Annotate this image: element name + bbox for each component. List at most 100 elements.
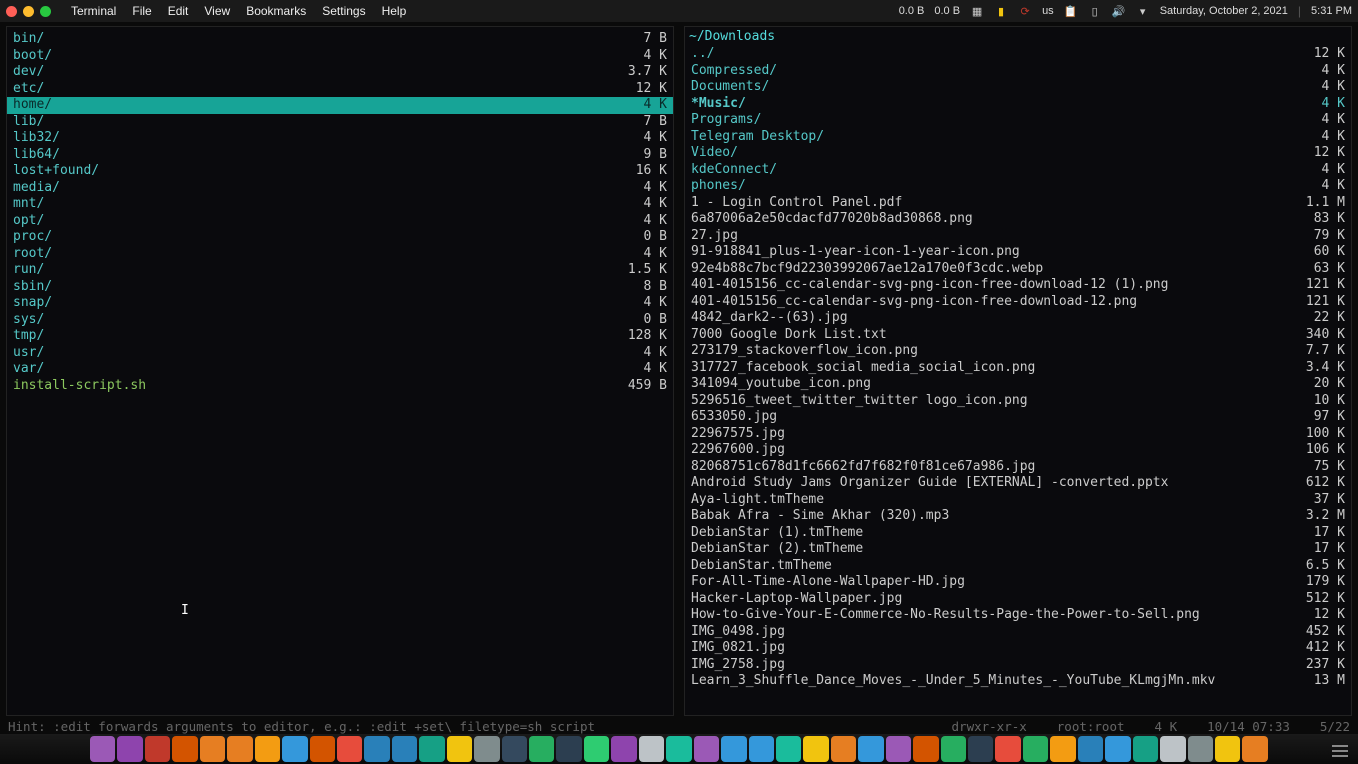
list-item[interactable]: bin/7 B: [7, 31, 673, 48]
right-pane[interactable]: ~/Downloads ../12 KCompressed/4 KDocumen…: [684, 26, 1352, 716]
dock-app-10[interactable]: [364, 736, 389, 762]
list-item[interactable]: 5296516_tweet_twitter_twitter logo_icon.…: [685, 393, 1351, 410]
menu-settings[interactable]: Settings: [314, 4, 373, 18]
clipboard-icon[interactable]: 📋: [1064, 4, 1078, 18]
list-item[interactable]: root/4 K: [7, 246, 673, 263]
menu-bookmarks[interactable]: Bookmarks: [238, 4, 314, 18]
dock-app-15[interactable]: [502, 736, 527, 762]
list-item[interactable]: DebianStar (2).tmTheme17 K: [685, 541, 1351, 558]
list-item[interactable]: 6533050.jpg97 K: [685, 409, 1351, 426]
update-icon[interactable]: ⟳: [1018, 4, 1032, 18]
list-item[interactable]: snap/4 K: [7, 295, 673, 312]
list-item[interactable]: Aya-light.tmTheme37 K: [685, 492, 1351, 509]
list-item[interactable]: run/1.5 K: [7, 262, 673, 279]
keyboard-layout[interactable]: us: [1042, 5, 1054, 17]
volume-icon[interactable]: 🔊: [1112, 4, 1126, 18]
list-item[interactable]: Compressed/4 K: [685, 63, 1351, 80]
list-item[interactable]: 1 - Login Control Panel.pdf1.1 M: [685, 195, 1351, 212]
list-item[interactable]: boot/4 K: [7, 48, 673, 65]
dock-app-14[interactable]: [474, 736, 499, 762]
list-item[interactable]: 401-4015156_cc-calendar-svg-png-icon-fre…: [685, 294, 1351, 311]
close-icon[interactable]: [6, 6, 17, 17]
dock-app-22[interactable]: [694, 736, 719, 762]
dock-app-42[interactable]: [1242, 736, 1267, 762]
dock-app-3[interactable]: [172, 736, 197, 762]
dock-app-19[interactable]: [611, 736, 636, 762]
list-item[interactable]: 27.jpg79 K: [685, 228, 1351, 245]
list-item[interactable]: Video/12 K: [685, 145, 1351, 162]
list-item[interactable]: dev/3.7 K: [7, 64, 673, 81]
list-item[interactable]: proc/0 B: [7, 229, 673, 246]
dock-app-16[interactable]: [529, 736, 554, 762]
dock-app-32[interactable]: [968, 736, 993, 762]
dock-app-26[interactable]: [803, 736, 828, 762]
list-item[interactable]: DebianStar (1).tmTheme17 K: [685, 525, 1351, 542]
list-item[interactable]: home/4 K: [7, 97, 673, 114]
dock-app-21[interactable]: [666, 736, 691, 762]
workspace-icon[interactable]: ▦: [970, 4, 984, 18]
list-item[interactable]: How-to-Give-Your-E-Commerce-No-Results-P…: [685, 607, 1351, 624]
list-item[interactable]: IMG_2758.jpg237 K: [685, 657, 1351, 674]
list-item[interactable]: 4842_dark2--(63).jpg22 K: [685, 310, 1351, 327]
dock-app-39[interactable]: [1160, 736, 1185, 762]
dock-app-34[interactable]: [1023, 736, 1048, 762]
list-item[interactable]: For-All-Time-Alone-Wallpaper-HD.jpg179 K: [685, 574, 1351, 591]
list-item[interactable]: *Music/4 K: [685, 96, 1351, 113]
dock-app-35[interactable]: [1050, 736, 1075, 762]
dock-app-4[interactable]: [200, 736, 225, 762]
app-name[interactable]: Terminal: [63, 4, 124, 18]
list-item[interactable]: mnt/4 K: [7, 196, 673, 213]
dock-app-29[interactable]: [886, 736, 911, 762]
list-item[interactable]: Programs/4 K: [685, 112, 1351, 129]
dock-app-17[interactable]: [556, 736, 581, 762]
dock-app-23[interactable]: [721, 736, 746, 762]
menu-icon[interactable]: [1332, 745, 1348, 757]
list-item[interactable]: opt/4 K: [7, 213, 673, 230]
dock-app-36[interactable]: [1078, 736, 1103, 762]
dock-app-2[interactable]: [145, 736, 170, 762]
dock-app-0[interactable]: [90, 736, 115, 762]
list-item[interactable]: Babak Afra - Sime Akhar (320).mp33.2 M: [685, 508, 1351, 525]
dock-app-40[interactable]: [1188, 736, 1213, 762]
battery-icon[interactable]: ▯: [1088, 4, 1102, 18]
list-item[interactable]: 401-4015156_cc-calendar-svg-png-icon-fre…: [685, 277, 1351, 294]
list-item[interactable]: 317727_facebook_social media_social_icon…: [685, 360, 1351, 377]
list-item[interactable]: IMG_0821.jpg412 K: [685, 640, 1351, 657]
list-item[interactable]: Hacker-Laptop-Wallpaper.jpg512 K: [685, 591, 1351, 608]
list-item[interactable]: sbin/8 B: [7, 279, 673, 296]
dock-app-5[interactable]: [227, 736, 252, 762]
menu-view[interactable]: View: [196, 4, 238, 18]
dock-app-18[interactable]: [584, 736, 609, 762]
dock-app-6[interactable]: [255, 736, 280, 762]
list-item[interactable]: 7000 Google Dork List.txt340 K: [685, 327, 1351, 344]
list-item[interactable]: lib64/9 B: [7, 147, 673, 164]
list-item[interactable]: DebianStar.tmTheme6.5 K: [685, 558, 1351, 575]
list-item[interactable]: 82068751c678d1fc6662fd7f682f0f81ce67a986…: [685, 459, 1351, 476]
dock-app-12[interactable]: [419, 736, 444, 762]
dock-app-24[interactable]: [749, 736, 774, 762]
dock-app-30[interactable]: [913, 736, 938, 762]
dock-app-37[interactable]: [1105, 736, 1130, 762]
list-item[interactable]: lost+found/16 K: [7, 163, 673, 180]
dock-app-27[interactable]: [831, 736, 856, 762]
list-item[interactable]: usr/4 K: [7, 345, 673, 362]
date[interactable]: Saturday, October 2, 2021: [1160, 5, 1288, 17]
list-item[interactable]: IMG_0498.jpg452 K: [685, 624, 1351, 641]
time[interactable]: 5:31 PM: [1311, 5, 1352, 17]
dock-app-33[interactable]: [995, 736, 1020, 762]
list-item[interactable]: lib32/4 K: [7, 130, 673, 147]
list-item[interactable]: sys/0 B: [7, 312, 673, 329]
list-item[interactable]: phones/4 K: [685, 178, 1351, 195]
list-item[interactable]: media/4 K: [7, 180, 673, 197]
minimize-icon[interactable]: [23, 6, 34, 17]
dock-app-8[interactable]: [310, 736, 335, 762]
dock-app-38[interactable]: [1133, 736, 1158, 762]
list-item[interactable]: var/4 K: [7, 361, 673, 378]
list-item[interactable]: lib/7 B: [7, 114, 673, 131]
dock-app-20[interactable]: [639, 736, 664, 762]
list-item[interactable]: Documents/4 K: [685, 79, 1351, 96]
list-item[interactable]: 273179_stackoverflow_icon.png7.7 K: [685, 343, 1351, 360]
dock-app-28[interactable]: [858, 736, 883, 762]
notes-icon[interactable]: ▮: [994, 4, 1008, 18]
list-item[interactable]: kdeConnect/4 K: [685, 162, 1351, 179]
